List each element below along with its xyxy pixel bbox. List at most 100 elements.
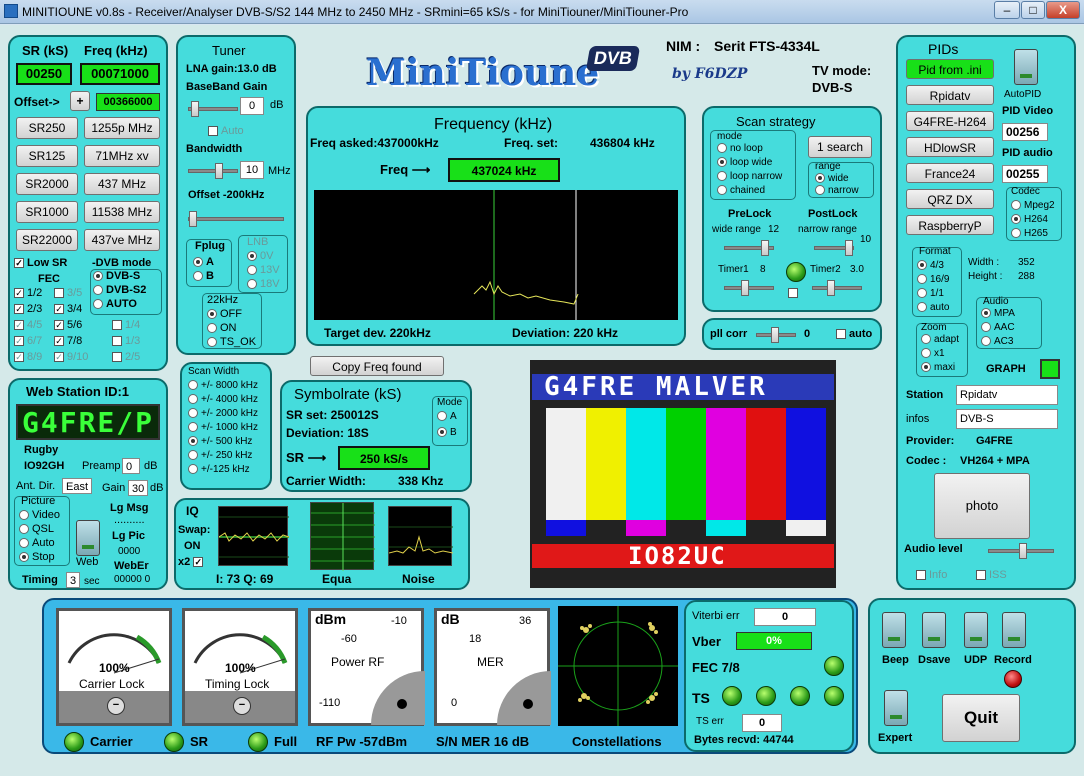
- freq-71-button[interactable]: 71MHz xv: [84, 145, 160, 167]
- offset-value[interactable]: 00366000: [96, 93, 160, 111]
- zoom-maxi[interactable]: maxi: [921, 362, 955, 373]
- sr-mode-a[interactable]: A: [437, 411, 457, 422]
- sw-500[interactable]: +/- 500 kHz: [188, 436, 252, 447]
- format-auto[interactable]: auto: [917, 302, 949, 313]
- offset-plus-button[interactable]: +: [70, 91, 90, 111]
- fec-3-5[interactable]: 3/5: [54, 287, 82, 299]
- timer-checkbox[interactable]: [788, 288, 798, 298]
- station-field[interactable]: Rpidatv: [956, 385, 1058, 405]
- offset-slider[interactable]: [188, 211, 284, 227]
- fec-8-9[interactable]: ✓ 8/9: [14, 351, 42, 363]
- timing-field[interactable]: 3: [66, 572, 80, 588]
- fec-4-5[interactable]: ✓ 4/5: [14, 319, 42, 331]
- sw-250[interactable]: +/- 250 kHz: [188, 450, 252, 461]
- info-checkbox[interactable]: Info: [916, 569, 947, 581]
- audio-ac3[interactable]: AC3: [981, 336, 1013, 347]
- expert-switch[interactable]: [884, 690, 908, 726]
- pid-qrzdx-button[interactable]: QRZ DX: [906, 189, 994, 209]
- prelock-slider[interactable]: [724, 240, 774, 256]
- freq-value[interactable]: 00071000: [80, 63, 160, 85]
- fec-7-8[interactable]: ✓ 7/8: [54, 335, 82, 347]
- x2-checkbox[interactable]: x2 ✓: [178, 556, 206, 568]
- lnb-0v-radio[interactable]: 0V: [247, 250, 273, 262]
- pic-video[interactable]: Video: [19, 509, 60, 521]
- beep-switch[interactable]: [882, 612, 906, 648]
- preamp-field[interactable]: 0: [122, 458, 140, 474]
- ant-dir-field[interactable]: East: [62, 478, 92, 494]
- freq-11538-button[interactable]: 11538 MHz: [84, 201, 160, 223]
- freq-1255-button[interactable]: 1255p MHz: [84, 117, 160, 139]
- range-narrow[interactable]: narrow: [815, 185, 859, 196]
- sr1000-button[interactable]: SR1000: [16, 201, 78, 223]
- pll-slider[interactable]: [756, 327, 796, 343]
- pid-hdlowsr-button[interactable]: HDlowSR: [906, 137, 994, 157]
- freq-437-button[interactable]: 437 MHz: [84, 173, 160, 195]
- format-4-3[interactable]: 4/3: [917, 260, 944, 271]
- timer1-slider[interactable]: [724, 280, 774, 296]
- audio-level-slider[interactable]: [988, 543, 1054, 559]
- fec-1-3[interactable]: 1/3: [112, 335, 140, 347]
- codec-h265[interactable]: H265: [1011, 228, 1048, 239]
- dvb-s-radio[interactable]: DVB-S: [93, 270, 140, 282]
- baseband-slider[interactable]: [188, 101, 238, 117]
- codec-h264[interactable]: H264: [1011, 214, 1048, 225]
- mode-no-loop[interactable]: no loop: [717, 143, 763, 154]
- close-button[interactable]: X: [1046, 1, 1080, 19]
- audio-mpa[interactable]: MPA: [981, 308, 1015, 319]
- audio-aac[interactable]: AAC: [981, 322, 1015, 333]
- maximize-button[interactable]: □: [1021, 1, 1045, 19]
- format-1-1[interactable]: 1/1: [917, 288, 944, 299]
- auto-checkbox[interactable]: Auto: [208, 125, 244, 137]
- udp-switch[interactable]: [964, 612, 988, 648]
- sw-125[interactable]: +/-125 kHz: [188, 464, 250, 475]
- fec-9-10[interactable]: ✓ 9/10: [54, 351, 88, 363]
- gain-field[interactable]: 30: [128, 480, 148, 496]
- auto-radio[interactable]: AUTO: [93, 298, 137, 310]
- bandwidth-slider[interactable]: [188, 163, 238, 179]
- pid-audio-value[interactable]: 00255: [1002, 165, 1048, 183]
- sr250-button[interactable]: SR250: [16, 117, 78, 139]
- fec-2-5[interactable]: 2/5: [112, 351, 140, 363]
- dsave-switch[interactable]: [922, 612, 946, 648]
- fec-6-7[interactable]: ✓ 6/7: [14, 335, 42, 347]
- pid-france24-button[interactable]: France24: [906, 163, 994, 183]
- baseband-value[interactable]: 0: [240, 97, 264, 115]
- format-16-9[interactable]: 16/9: [917, 274, 949, 285]
- range-wide[interactable]: wide: [815, 173, 849, 184]
- pid-from-ini-button[interactable]: Pid from .ini: [906, 59, 994, 79]
- record-switch[interactable]: [1002, 612, 1026, 648]
- pic-qsl[interactable]: QSL: [19, 523, 54, 535]
- sw-1000[interactable]: +/- 1000 kHz: [188, 422, 258, 433]
- fec-5-6[interactable]: ✓ 5/6: [54, 319, 82, 331]
- sr22000-button[interactable]: SR22000: [16, 229, 78, 251]
- autopid-switch[interactable]: [1014, 49, 1038, 85]
- pid-raspberryp-button[interactable]: RaspberryP: [906, 215, 994, 235]
- sw-4000[interactable]: +/- 4000 kHz: [188, 394, 258, 405]
- sr-mode-b[interactable]: B: [437, 427, 457, 438]
- mode-loop-wide[interactable]: loop wide: [717, 157, 772, 168]
- fec-1-2[interactable]: ✓ 1/2: [14, 287, 42, 299]
- lnb-13v-radio[interactable]: 13V: [247, 264, 280, 276]
- iss-checkbox[interactable]: ISS: [976, 569, 1007, 581]
- pic-stop[interactable]: Stop: [19, 551, 55, 563]
- khz22-on-radio[interactable]: ON: [207, 322, 237, 334]
- khz22-off-radio[interactable]: OFF: [207, 308, 242, 320]
- sr125-button[interactable]: SR125: [16, 145, 78, 167]
- timer2-slider[interactable]: [812, 280, 862, 296]
- fplug-b-radio[interactable]: B: [193, 270, 214, 282]
- sr2000-button[interactable]: SR2000: [16, 173, 78, 195]
- web-switch[interactable]: [76, 520, 100, 556]
- quit-button[interactable]: Quit: [942, 694, 1020, 742]
- search-button[interactable]: 1 search: [808, 136, 872, 158]
- bandwidth-value[interactable]: 10: [240, 161, 264, 179]
- low-sr-checkbox[interactable]: ✓ Low SR: [14, 257, 67, 269]
- postlock-slider[interactable]: [814, 240, 854, 256]
- pid-rpidatv-button[interactable]: Rpidatv: [906, 85, 994, 105]
- sw-2000[interactable]: +/- 2000 kHz: [188, 408, 258, 419]
- pid-g4fre-button[interactable]: G4FRE-H264: [906, 111, 994, 131]
- codec-mpeg2[interactable]: Mpeg2: [1011, 200, 1055, 211]
- fec-3-4[interactable]: ✓ 3/4: [54, 303, 82, 315]
- fplug-a-radio[interactable]: A: [193, 256, 214, 268]
- zoom-x1[interactable]: x1: [921, 348, 945, 359]
- mode-chained[interactable]: chained: [717, 185, 765, 196]
